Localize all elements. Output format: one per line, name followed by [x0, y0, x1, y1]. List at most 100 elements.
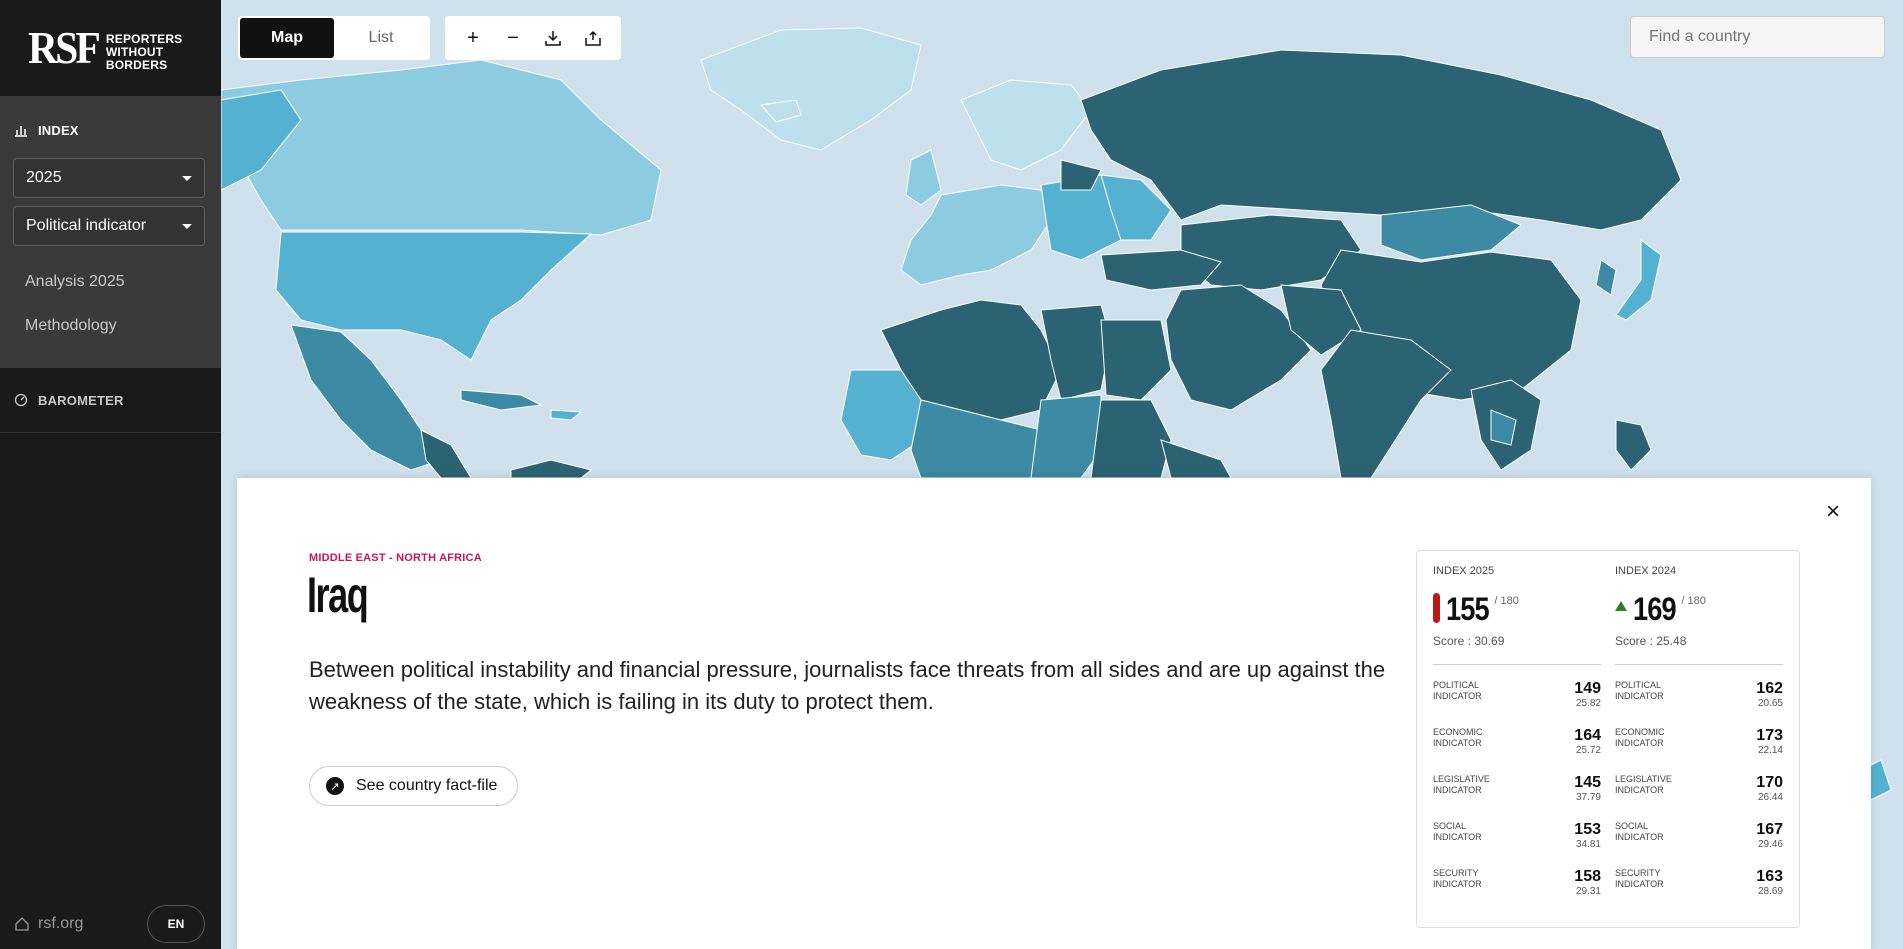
overall-score: Score : 30.69 — [1433, 634, 1505, 648]
index-nav-item[interactable]: INDEX — [0, 120, 221, 140]
indicator-label: ECONOMIC INDICATOR — [1615, 727, 1665, 748]
rank-number: 155 — [1446, 591, 1490, 627]
country-title: Iraq — [307, 567, 369, 623]
country-mexico[interactable] — [290, 324, 442, 471]
overall-score: Score : 25.48 — [1615, 634, 1687, 648]
barometer-nav-item[interactable]: BAROMETER — [0, 390, 221, 410]
logo-mark: RSF — [28, 22, 101, 73]
map-view-button[interactable]: Map — [240, 18, 334, 58]
indicator-row: SECURITY INDICATOR 163 28.69 — [1615, 868, 1783, 900]
indicator-row: ECONOMIC INDICATOR 164 25.72 — [1433, 727, 1601, 759]
logo-text: REPORTERS WITHOUT BORDERS — [105, 31, 221, 72]
index-2024-column: INDEX 2024 169 / 180 Score : 25.48 POLIT… — [1615, 565, 1783, 900]
rsf-home-link[interactable]: rsf.org — [14, 915, 83, 933]
country-venezuela[interactable] — [510, 459, 593, 479]
chevron-down-icon — [182, 223, 192, 229]
indicator-rank: 162 — [1756, 680, 1783, 697]
indicator-label: SECURITY INDICATOR — [1433, 868, 1482, 889]
country-scandinavia[interactable] — [960, 79, 1092, 171]
indicator-rank: 158 — [1574, 868, 1601, 885]
stats-panel: INDEX 2025 155 / 180 Score : 30.69 POLIT… — [1416, 550, 1800, 928]
region-label: MIDDLE EAST - NORTH AFRICA — [309, 552, 482, 564]
country-greenland[interactable] — [700, 27, 922, 151]
indicator-row: SOCIAL INDICATOR 167 29.46 — [1615, 821, 1783, 853]
index-label: INDEX — [38, 122, 79, 138]
indicator-row: SOCIAL INDICATOR 153 34.81 — [1433, 821, 1601, 853]
country-japan[interactable] — [1615, 239, 1662, 321]
index-2025-rank: 155 / 180 — [1433, 591, 1601, 628]
year-select-value: 2025 — [26, 169, 62, 186]
country-factfile-button[interactable]: ↗ See country fact-file — [309, 766, 519, 806]
indicator-select[interactable]: Political indicator — [13, 206, 205, 246]
close-icon[interactable]: × — [1823, 500, 1843, 524]
indicator-score: 28.69 — [1757, 886, 1783, 897]
sidebar-footer: rsf.org EN — [0, 899, 221, 949]
index-2024-rank: 169 / 180 — [1615, 591, 1783, 628]
download-icon[interactable] — [538, 23, 568, 53]
indicator-score: 34.81 — [1575, 839, 1601, 850]
rsf-logo[interactable]: RSF REPORTERS WITHOUT BORDERS — [0, 0, 221, 96]
country-cuba[interactable] — [460, 389, 543, 411]
country-chad[interactable] — [1030, 394, 1102, 479]
home-icon — [15, 917, 29, 931]
home-link-label: rsf.org — [38, 915, 84, 932]
list-view-button[interactable]: List — [334, 18, 428, 58]
index-2025-column: INDEX 2025 155 / 180 Score : 30.69 POLIT… — [1433, 565, 1601, 900]
country-philippines[interactable] — [1615, 419, 1652, 471]
zoom-in-icon[interactable]: + — [458, 23, 488, 53]
country-search-input[interactable] — [1630, 16, 1885, 58]
indicator-row: LEGISLATIVE INDICATOR 145 37.79 — [1433, 774, 1601, 806]
indicator-score: 22.14 — [1757, 745, 1783, 756]
indicator-label: LEGISLATIVE INDICATOR — [1433, 774, 1490, 795]
indicator-score: 29.31 — [1575, 886, 1601, 897]
indicator-label: SOCIAL INDICATOR — [1615, 821, 1664, 842]
arrow-up-right-icon: ↗ — [326, 777, 344, 795]
methodology-link[interactable]: Methodology — [0, 304, 221, 348]
country-ethiopia[interactable] — [1160, 439, 1232, 479]
rank-bar-icon — [1433, 593, 1440, 623]
country-mauritania[interactable] — [840, 369, 922, 461]
indicator-rank: 164 — [1574, 727, 1601, 744]
share-icon[interactable] — [578, 23, 608, 53]
indicator-select-value: Political indicator — [26, 217, 147, 234]
language-button[interactable]: EN — [147, 905, 205, 943]
indicator-label: ECONOMIC INDICATOR — [1433, 727, 1483, 748]
indicator-score: 20.65 — [1757, 698, 1783, 709]
index-links: Analysis 2025 Methodology — [0, 260, 221, 348]
indicator-label: LEGISLATIVE INDICATOR — [1615, 774, 1672, 795]
chart-icon — [15, 126, 27, 137]
indicator-row: POLITICAL INDICATOR 149 25.82 — [1433, 680, 1601, 712]
indicator-row: POLITICAL INDICATOR 162 20.65 — [1615, 680, 1783, 712]
indicator-score: 37.79 — [1575, 792, 1601, 803]
rank-total: / 180 — [1494, 595, 1519, 607]
divider — [1433, 664, 1601, 665]
index-panel: INDEX 2025 Political indicator Analysis … — [0, 96, 221, 368]
indicator-score: 25.82 — [1575, 698, 1601, 709]
country-card: × MIDDLE EAST - NORTH AFRICA Iraq Betwee… — [237, 478, 1871, 949]
year-select[interactable]: 2025 — [13, 158, 205, 198]
indicator-rank: 173 — [1756, 727, 1783, 744]
logo-line1: REPORTERS — [105, 31, 183, 46]
indicator-label: SOCIAL INDICATOR — [1433, 821, 1482, 842]
country-russia[interactable] — [1080, 49, 1682, 231]
country-uk[interactable] — [905, 149, 942, 206]
indicator-row: LEGISLATIVE INDICATOR 170 26.44 — [1615, 774, 1783, 806]
indicator-rank: 145 — [1574, 774, 1601, 791]
country-hispaniola[interactable] — [550, 409, 583, 421]
country-egypt[interactable] — [1100, 319, 1172, 401]
indicator-rank: 153 — [1574, 821, 1601, 838]
index-2025-header: INDEX 2025 — [1433, 565, 1495, 577]
analysis-link[interactable]: Analysis 2025 — [0, 260, 221, 304]
indicator-rank: 163 — [1756, 868, 1783, 885]
index-2024-header: INDEX 2024 — [1615, 565, 1677, 577]
zoom-out-icon[interactable]: − — [498, 23, 528, 53]
rank-total: / 180 — [1681, 595, 1706, 607]
country-sudan[interactable] — [1090, 399, 1172, 479]
country-korea[interactable] — [1595, 259, 1617, 296]
indicator-score: 26.44 — [1757, 792, 1783, 803]
barometer-label: BAROMETER — [38, 392, 124, 408]
country-canada[interactable] — [221, 59, 662, 236]
map-tools: + − — [445, 16, 621, 60]
country-central-america[interactable] — [420, 429, 472, 479]
indicator-rank: 170 — [1756, 774, 1783, 791]
